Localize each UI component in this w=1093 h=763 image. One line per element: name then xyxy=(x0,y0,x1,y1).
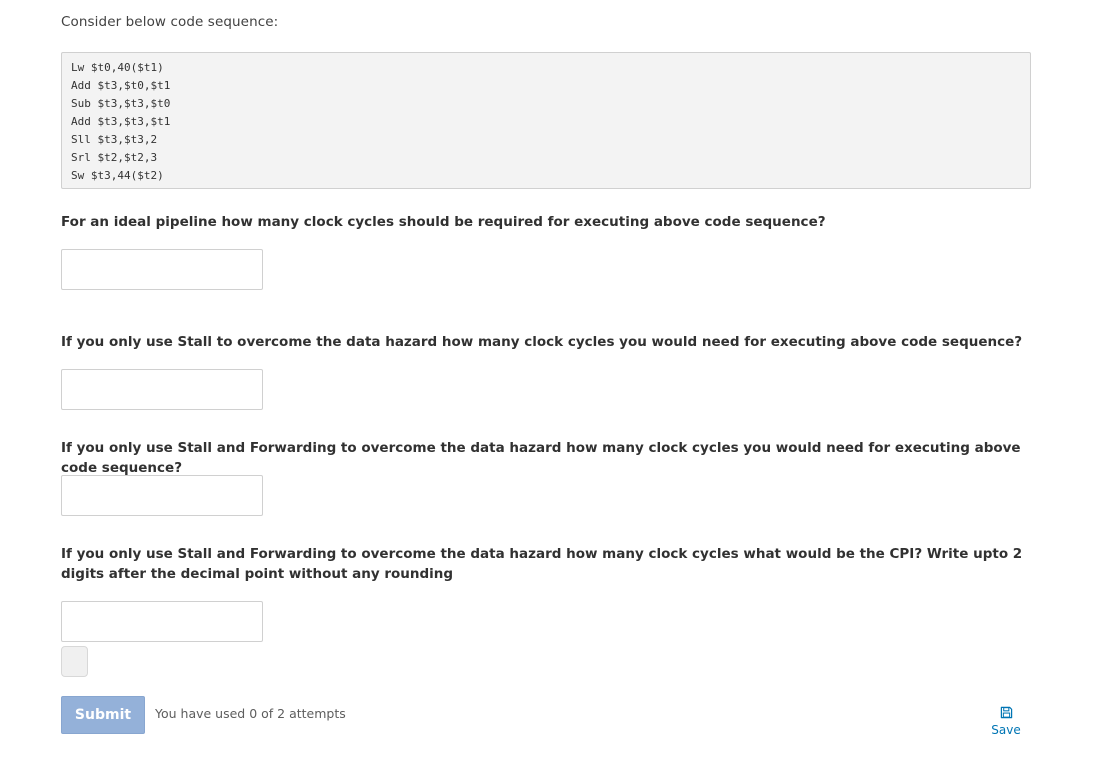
code-sequence-block: Lw $t0,40($t1) Add $t3,$t0,$t1 Sub $t3,$… xyxy=(61,52,1031,189)
code-line: Sll $t3,$t3,2 xyxy=(71,133,158,146)
question-4-answer-input[interactable] xyxy=(61,601,263,642)
attempts-counter: You have used 0 of 2 attempts xyxy=(155,706,346,721)
save-button[interactable]: Save xyxy=(984,706,1028,737)
code-line: Add $t3,$t3,$t1 xyxy=(71,115,171,128)
question-2-prompt: If you only use Stall to overcome the da… xyxy=(61,334,1023,350)
question-2-answer-input[interactable] xyxy=(61,369,263,410)
question-3-prompt: If you only use Stall and Forwarding to … xyxy=(61,440,1021,476)
code-line: Srl $t2,$t2,3 xyxy=(71,151,158,164)
question-4-prompt: If you only use Stall and Forwarding to … xyxy=(61,546,1023,582)
save-label: Save xyxy=(991,723,1021,737)
code-line: Sw $t3,44($t2) xyxy=(71,169,164,182)
code-line: Sub $t3,$t3,$t0 xyxy=(71,97,171,110)
problem-intro: Consider below code sequence: xyxy=(61,14,279,30)
floppy-disk-icon xyxy=(1000,706,1012,719)
code-line: Lw $t0,40($t1) xyxy=(71,61,164,74)
problem-page: Consider below code sequence: Lw $t0,40(… xyxy=(0,0,1093,763)
code-line: Add $t3,$t0,$t1 xyxy=(71,79,171,92)
submit-button[interactable]: Submit xyxy=(61,696,145,734)
question-3-answer-input[interactable] xyxy=(61,475,263,516)
question-1-prompt: For an ideal pipeline how many clock cyc… xyxy=(61,214,826,230)
question-1-answer-input[interactable] xyxy=(61,249,263,290)
answer-status-indicator xyxy=(61,646,88,677)
